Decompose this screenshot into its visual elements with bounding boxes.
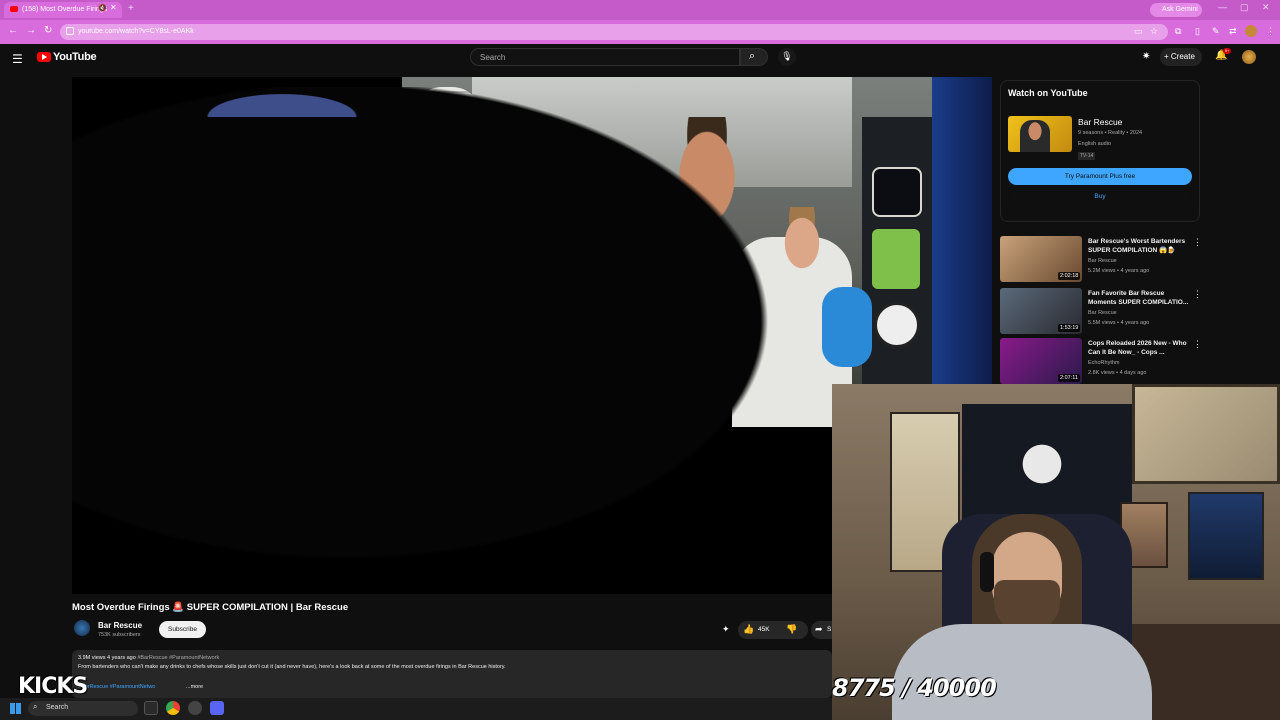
more-options-icon[interactable]: ⋮ bbox=[1193, 289, 1202, 300]
play-triangle-icon bbox=[42, 54, 47, 60]
show-more-link[interactable]: ...more bbox=[186, 684, 204, 690]
youtube-favicon-icon bbox=[10, 6, 18, 12]
browser-menu-icon[interactable]: ⋮ bbox=[1266, 26, 1275, 37]
views-date: 3.9M views 4 years ago bbox=[78, 655, 136, 661]
edit-icon[interactable]: ✎ bbox=[1212, 26, 1220, 37]
hamburger-menu-icon[interactable]: ☰ bbox=[12, 52, 23, 66]
browser-tab-bar bbox=[0, 0, 1280, 20]
user-avatar[interactable] bbox=[1242, 50, 1256, 64]
description-text: From bartenders who can't make any drink… bbox=[78, 664, 506, 670]
video-duration: 1:53:19 bbox=[1058, 324, 1081, 332]
like-count[interactable]: 45K bbox=[758, 626, 770, 633]
site-info-icon[interactable] bbox=[66, 27, 74, 35]
thumbs-up-icon[interactable]: 👍 bbox=[743, 624, 754, 635]
webcam-hoodie bbox=[892, 624, 1152, 720]
related-channel[interactable]: Bar Rescue bbox=[1088, 258, 1117, 264]
subscriber-count: 753K subscribers bbox=[98, 632, 141, 638]
kicks-overlay-text: KICKS bbox=[18, 674, 88, 699]
goal-counter: 8775 / 40000 bbox=[832, 674, 997, 702]
channel-avatar[interactable] bbox=[74, 620, 90, 636]
tab-title: (158) Most Overdue Firings bbox=[22, 6, 108, 13]
notification-badge: 9+ bbox=[1223, 48, 1231, 54]
windows-start-icon[interactable] bbox=[10, 703, 21, 714]
extensions-icon[interactable]: ⧉ bbox=[1175, 26, 1181, 37]
create-button[interactable]: + Create bbox=[1160, 48, 1202, 66]
webcam-overlay bbox=[832, 384, 1280, 720]
reload-icon[interactable]: ↻ bbox=[44, 25, 52, 36]
webcam-poster-blue bbox=[1188, 492, 1264, 580]
plus-icon: + bbox=[1164, 52, 1171, 61]
channel-name[interactable]: Bar Rescue bbox=[98, 621, 142, 630]
related-title[interactable]: Bar Rescue's Worst Bartenders SUPER COMP… bbox=[1088, 238, 1192, 256]
speaker-muted-icon[interactable]: 🔇 bbox=[98, 4, 107, 12]
show-audio: English audio bbox=[1078, 141, 1112, 147]
headset-icon bbox=[980, 552, 994, 592]
search-icon: ⌕ bbox=[33, 702, 38, 711]
new-tab-button[interactable]: + bbox=[128, 3, 134, 14]
related-channel[interactable]: EchoRhythm bbox=[1088, 360, 1120, 366]
watch-card-heading: Watch on YouTube bbox=[1008, 88, 1088, 98]
related-title[interactable]: Fan Favorite Bar Rescue Moments SUPER CO… bbox=[1088, 290, 1192, 308]
share-icon[interactable]: ➦ bbox=[815, 624, 823, 635]
description-meta: 3.9M views 4 years ago #BarRescue #Param… bbox=[78, 655, 219, 661]
webcam-couch bbox=[1132, 624, 1280, 720]
hashtags-top[interactable]: #BarRescue #ParamountNetwork bbox=[137, 655, 219, 661]
file-explorer-icon[interactable] bbox=[144, 701, 158, 715]
create-label: Create bbox=[1170, 52, 1195, 61]
video-duration: 2:02:18 bbox=[1058, 272, 1081, 280]
sparkle-icon[interactable]: ✦ bbox=[722, 624, 730, 635]
subscribe-button[interactable]: Subscribe bbox=[159, 621, 206, 638]
more-options-icon[interactable]: ⋮ bbox=[1193, 339, 1202, 350]
show-rating-badge: TV-14 bbox=[1078, 152, 1096, 160]
try-paramount-button[interactable]: Try Paramount Plus free bbox=[1008, 168, 1192, 185]
search-input[interactable]: Search bbox=[470, 48, 740, 66]
youtube-logo-text[interactable]: YouTube bbox=[53, 51, 97, 63]
minimize-icon[interactable]: — bbox=[1218, 2, 1227, 12]
search-icon[interactable]: ⌕ bbox=[749, 50, 755, 63]
bookmark-star-icon[interactable]: ☆ bbox=[1150, 26, 1158, 37]
share-label: S bbox=[827, 626, 832, 633]
webcam-flag-emblem bbox=[1012, 434, 1072, 494]
microphone-icon[interactable]: 🎙 bbox=[778, 48, 796, 66]
ask-gemini-button[interactable]: Ask Gemini bbox=[1150, 3, 1202, 17]
more-options-icon[interactable]: ⋮ bbox=[1193, 237, 1202, 248]
forward-icon[interactable]: → bbox=[26, 25, 36, 36]
video-frame-sticker bbox=[874, 302, 920, 348]
chrome-icon[interactable] bbox=[166, 701, 180, 715]
discord-icon[interactable] bbox=[210, 701, 224, 715]
sidebar-icon[interactable]: ▯ bbox=[1195, 26, 1200, 37]
cast-icon[interactable]: ✷ bbox=[1142, 51, 1150, 62]
settings-gear-icon[interactable] bbox=[188, 701, 202, 715]
taskbar-search-input[interactable]: Search bbox=[28, 701, 138, 716]
video-frame-sticker bbox=[872, 229, 920, 289]
maximize-icon[interactable]: ▢ bbox=[1240, 2, 1249, 13]
back-icon[interactable]: ← bbox=[8, 25, 18, 36]
video-frame-collar bbox=[152, 77, 412, 117]
profile-avatar[interactable] bbox=[1245, 25, 1257, 37]
related-meta: 5.5M views • 4 years ago bbox=[1088, 320, 1150, 326]
webcam-painting bbox=[1132, 384, 1280, 484]
url-field[interactable]: youtube.com/watch?v=CY8sL-e0AKk bbox=[60, 24, 1168, 40]
show-thumbnail-person bbox=[1020, 120, 1050, 152]
screen-share-icon[interactable]: ▭ bbox=[1134, 26, 1143, 37]
video-frame-foreground-shoulder bbox=[72, 87, 852, 594]
window-close-icon[interactable]: ✕ bbox=[1262, 2, 1270, 13]
close-icon[interactable]: ✕ bbox=[110, 3, 117, 12]
video-frame-sticker bbox=[872, 167, 922, 217]
related-title[interactable]: Cops Reloaded 2026 New - Who Can It Be N… bbox=[1088, 340, 1192, 358]
translate-icon[interactable]: ⇄ bbox=[1229, 26, 1237, 37]
hashtags-bottom[interactable]: #BarRescue #ParamountNetwo bbox=[78, 684, 155, 690]
video-frame-blue-wall bbox=[932, 77, 992, 397]
related-meta: 2.8K views • 4 days ago bbox=[1088, 370, 1147, 376]
thumbs-down-icon[interactable]: 👎 bbox=[786, 624, 797, 635]
video-duration: 2:07:11 bbox=[1058, 374, 1080, 382]
related-meta: 5.2M views • 4 years ago bbox=[1088, 268, 1150, 274]
video-title: Most Overdue Firings 🚨 SUPER COMPILATION… bbox=[72, 602, 349, 613]
show-meta: 9 seasons • Reality • 2024 bbox=[1078, 130, 1143, 136]
show-name[interactable]: Bar Rescue bbox=[1078, 117, 1122, 127]
related-channel[interactable]: Bar Rescue bbox=[1088, 310, 1117, 316]
buy-button[interactable]: Buy bbox=[1008, 189, 1192, 205]
